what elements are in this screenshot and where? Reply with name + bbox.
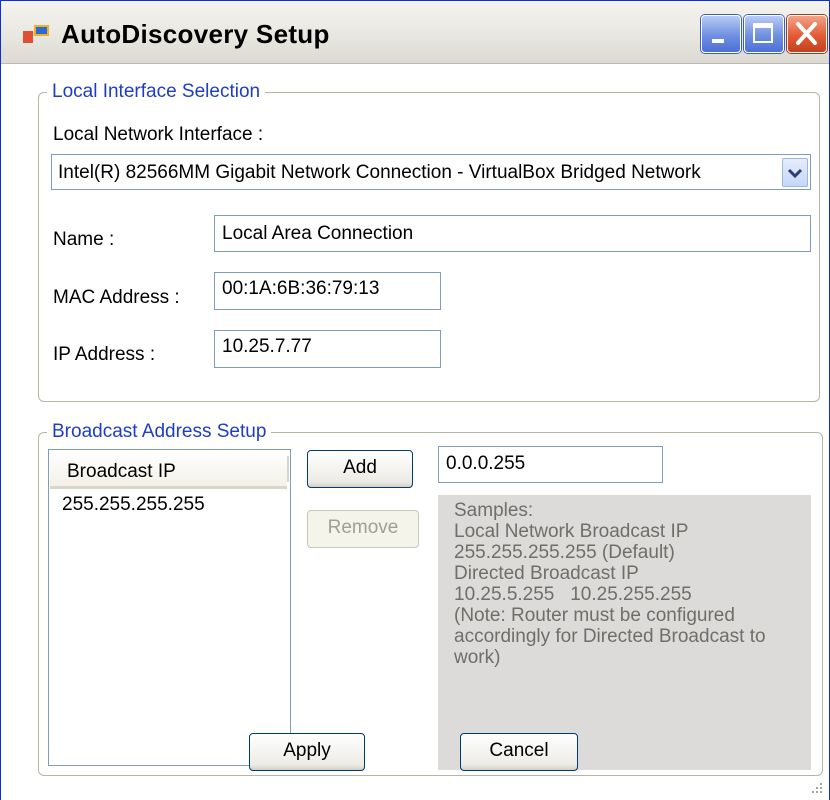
samples-line: Directed Broadcast IP	[454, 563, 639, 584]
window-title: AutoDiscovery Setup	[61, 19, 330, 49]
ip-address-field[interactable]: 10.25.7.77	[214, 330, 441, 368]
list-item[interactable]: 255.255.255.255	[62, 494, 205, 516]
samples-line: (Note: Router must be configured	[454, 605, 735, 626]
samples-line: accordingly for Directed Broadcast to	[454, 626, 766, 647]
close-button[interactable]	[787, 15, 827, 53]
apply-button[interactable]: Apply	[249, 733, 365, 771]
dialog-client-area: Local Interface Selection Local Network …	[1, 64, 829, 800]
mac-address-label: MAC Address :	[53, 287, 180, 308]
column-separator[interactable]	[287, 456, 289, 482]
network-interface-label: Local Network Interface :	[53, 124, 264, 145]
samples-help-panel: Samples: Local Network Broadcast IP 255.…	[438, 495, 811, 770]
local-interface-group-label: Local Interface Selection	[47, 80, 266, 104]
mac-address-field[interactable]: 00:1A:6B:36:79:13	[214, 272, 441, 310]
broadcast-ip-list[interactable]: Broadcast IP 255.255.255.255	[48, 449, 291, 766]
samples-line: Local Network Broadcast IP	[454, 521, 689, 542]
app-icon	[23, 25, 49, 43]
samples-line: work)	[454, 647, 501, 668]
autodiscovery-setup-window: AutoDiscovery Setup Local Interface Sele…	[0, 0, 830, 800]
maximize-icon	[753, 23, 773, 43]
add-button[interactable]: Add	[307, 450, 413, 488]
broadcast-ip-column-header[interactable]: Broadcast IP	[50, 451, 287, 489]
title-bar[interactable]: AutoDiscovery Setup	[1, 1, 829, 64]
name-label: Name :	[53, 229, 115, 250]
cancel-button[interactable]: Cancel	[460, 733, 578, 771]
broadcast-setup-group-label: Broadcast Address Setup	[47, 420, 272, 444]
network-interface-dropdown[interactable]: Intel(R) 82566MM Gigabit Network Connect…	[51, 154, 811, 190]
network-interface-value: Intel(R) 82566MM Gigabit Network Connect…	[58, 162, 701, 183]
broadcast-ip-column-label: Broadcast IP	[67, 461, 176, 482]
dropdown-arrow-button[interactable]	[782, 158, 808, 187]
minimize-button[interactable]	[701, 15, 741, 53]
maximize-button[interactable]	[744, 15, 784, 53]
chevron-down-icon	[787, 168, 803, 179]
ip-address-label: IP Address :	[53, 344, 156, 365]
samples-line: Samples:	[454, 500, 534, 521]
samples-line: 10.25.5.255 10.25.255.255	[454, 584, 692, 605]
name-field[interactable]: Local Area Connection	[214, 215, 811, 252]
close-icon	[796, 22, 817, 45]
resize-grip-icon[interactable]	[809, 780, 823, 794]
broadcast-ip-input[interactable]: 0.0.0.255	[438, 446, 663, 483]
samples-line: 255.255.255.255 (Default)	[454, 542, 675, 563]
remove-button[interactable]: Remove	[307, 510, 419, 548]
minimize-icon	[712, 39, 724, 43]
